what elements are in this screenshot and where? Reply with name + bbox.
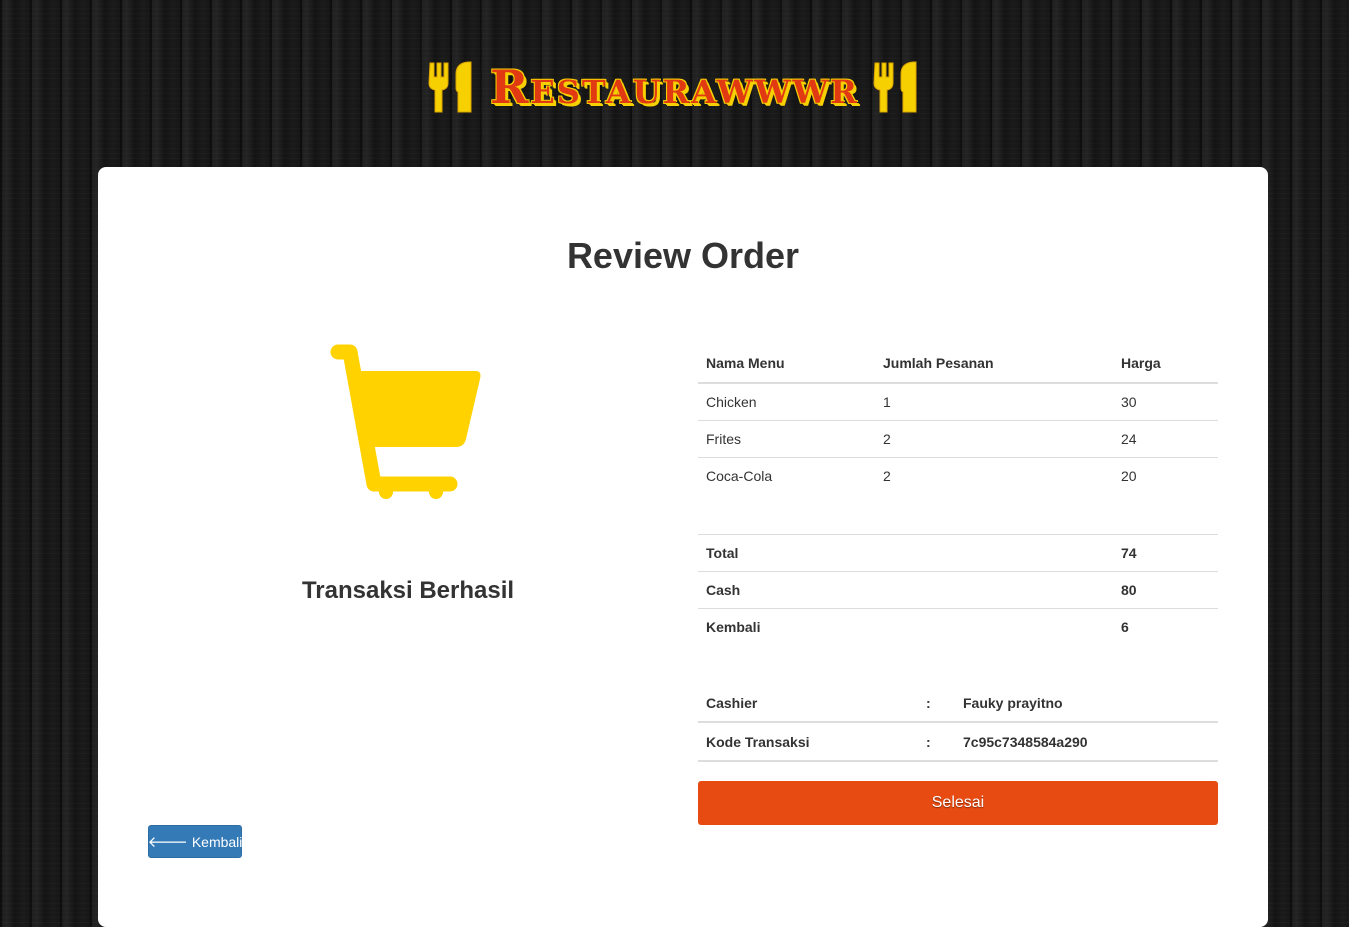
column-header: Nama Menu [698, 344, 875, 384]
cashier-value: Fauky prayitno [955, 684, 1218, 723]
cash-value: 80 [1113, 571, 1218, 609]
column-header: Harga [1113, 344, 1218, 384]
price-cell: 20 [1121, 468, 1137, 484]
table-row: Coca-Cola 2 20 [698, 458, 1218, 495]
change-row: Kembali 6 [698, 608, 1218, 645]
empty-cell [875, 534, 1113, 572]
cash-row: Cash 80 [698, 571, 1218, 609]
transaction-code-label: Kode Transaksi [698, 722, 918, 762]
order-table-header: Nama Menu Jumlah Pesanan Harga [698, 344, 1218, 384]
separator: : [918, 722, 955, 762]
brand-header: Restaurawwwr [0, 55, 1349, 119]
quantity-cell: 2 [883, 468, 891, 484]
column-header: Jumlah Pesanan [875, 344, 1113, 384]
change-label: Kembali [698, 608, 875, 645]
quantity-cell: 1 [875, 383, 1113, 421]
total-label: Total [698, 534, 875, 572]
totals-wrapper: Total 74 Cash 80 Kembali 6 [698, 534, 1218, 645]
empty-cell [875, 571, 1113, 609]
finish-button[interactable]: Selesai [698, 781, 1218, 825]
total-row: Total 74 [698, 534, 1218, 572]
shopping-cart-icon [330, 344, 481, 499]
menu-name-cell: Frites [698, 420, 875, 458]
page-title: Review Order [566, 235, 800, 276]
transaction-info-wrapper: Cashier : Fauky prayitno Kode Transaksi … [698, 684, 1218, 762]
review-card: Review Order Transaksi Berhasil 🡐 Kembal… [98, 167, 1268, 927]
change-value: 6 [1113, 608, 1218, 645]
transaction-code-row: Kode Transaksi : 7c95c7348584a290 [698, 722, 1218, 762]
table-row: Chicken 1 30 [698, 383, 1218, 421]
totals-table: Total 74 Cash 80 Kembali 6 [698, 534, 1218, 645]
total-value: 74 [1113, 534, 1218, 572]
quantity-cell: 2 [875, 420, 1113, 458]
empty-cell [875, 608, 1113, 645]
cashier-row: Cashier : Fauky prayitno [698, 684, 1218, 723]
back-button[interactable]: 🡐 Kembali [148, 825, 242, 858]
price-cell: 24 [1113, 420, 1218, 458]
fork-knife-icon [428, 61, 472, 113]
fork-knife-icon [873, 61, 917, 113]
cash-label: Cash [698, 571, 875, 609]
arrow-left-icon: 🡐 [147, 834, 188, 851]
separator: : [918, 684, 955, 723]
brand-title: Restaurawwwr [490, 60, 859, 114]
status-text: Transaksi Berhasil [301, 577, 515, 604]
transaction-code-value: 7c95c7348584a290 [955, 722, 1218, 762]
transaction-info-table: Cashier : Fauky prayitno Kode Transaksi … [698, 684, 1218, 762]
cashier-label: Cashier [698, 684, 918, 723]
order-table: Nama Menu Jumlah Pesanan Harga Chicken 1… [698, 344, 1218, 494]
price-cell: 30 [1113, 383, 1218, 421]
menu-name-cell: Coca-Cola [706, 468, 773, 484]
menu-name-cell: Chicken [698, 383, 875, 421]
back-button-label: Kembali [191, 833, 243, 850]
table-row: Frites 2 24 [698, 420, 1218, 458]
order-table-wrapper: Nama Menu Jumlah Pesanan Harga Chicken 1… [698, 344, 1218, 494]
